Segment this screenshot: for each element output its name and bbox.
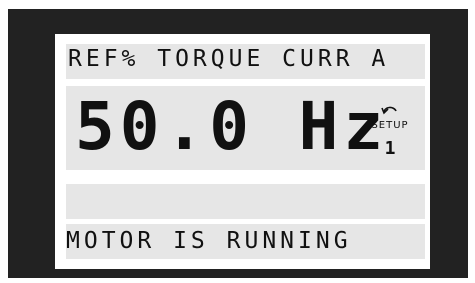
message-line: MOTOR IS RUNNING — [66, 228, 352, 254]
display-bezel: REF% TORQUE CURR A 50.0 Hz SETUP 1 MOTOR… — [8, 9, 468, 278]
curved-arrow-icon — [381, 106, 397, 115]
status-line: REF% TORQUE CURR A — [68, 46, 390, 72]
setup-indicator: SETUP 1 — [368, 100, 412, 160]
setup-number: 1 — [384, 138, 396, 159]
setup-label: SETUP — [371, 120, 409, 131]
main-value: 50.0 Hz — [75, 88, 389, 165]
lcd-screen: REF% TORQUE CURR A 50.0 Hz SETUP 1 MOTOR… — [55, 34, 430, 269]
empty-message-row — [66, 184, 425, 219]
